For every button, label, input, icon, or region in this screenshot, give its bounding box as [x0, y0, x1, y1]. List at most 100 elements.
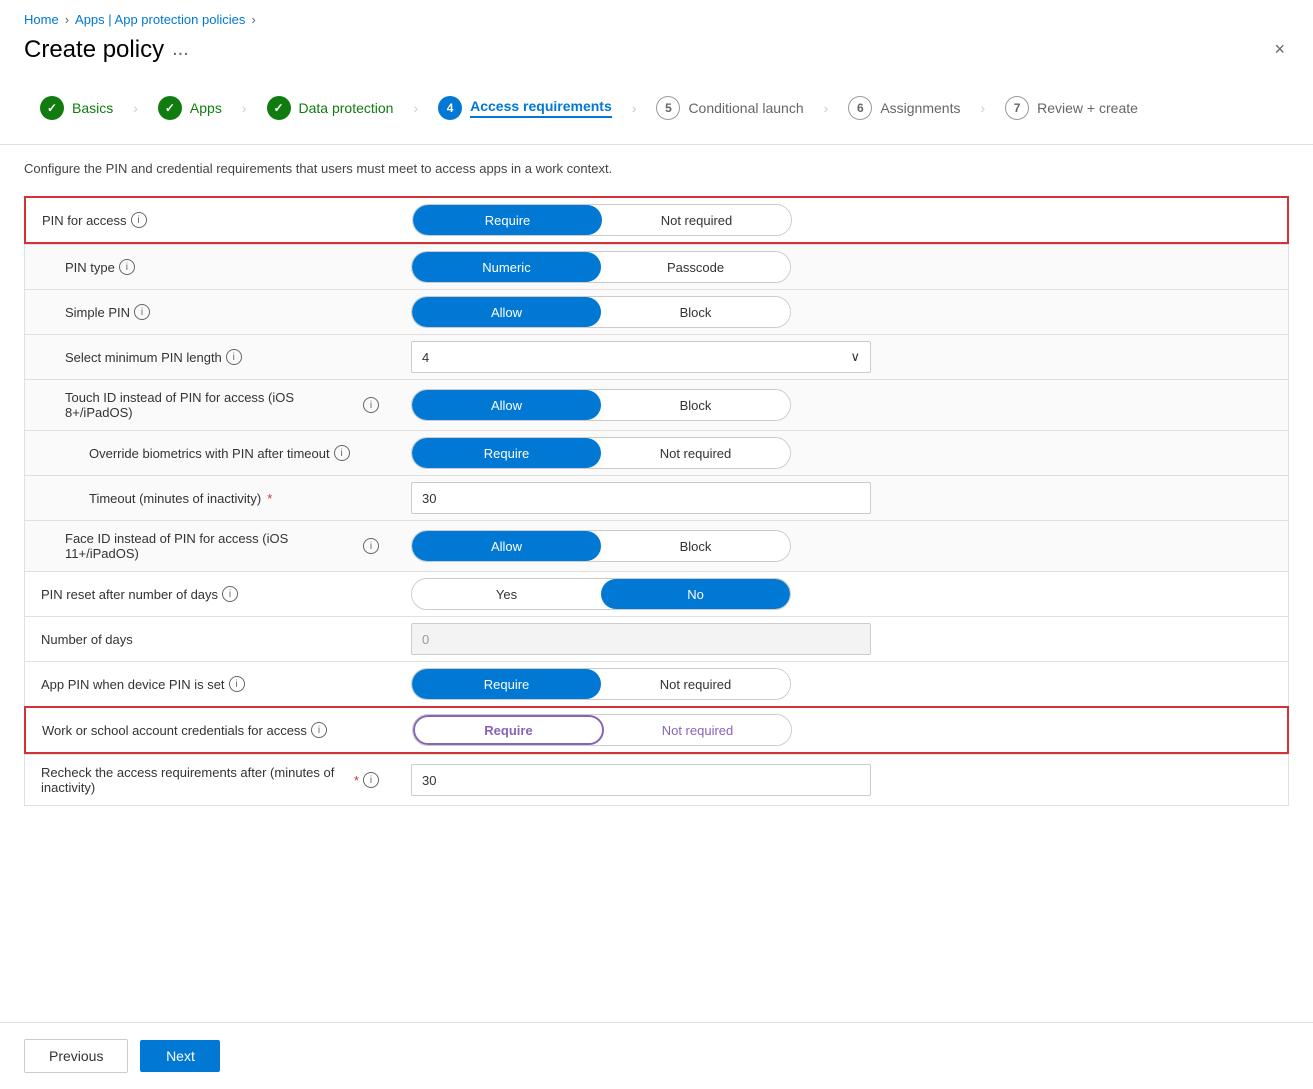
simple-pin-allow-btn[interactable]: Allow — [412, 297, 601, 327]
step-access-circle: 4 — [438, 96, 462, 120]
wizard-steps: ✓ Basics › ✓ Apps › ✓ Data protection › … — [0, 80, 1313, 145]
face-id-label-cell: Face ID instead of PIN for access (iOS 1… — [25, 521, 395, 571]
step-conditional-label: Conditional launch — [688, 100, 803, 116]
app-pin-device-info-icon[interactable]: i — [229, 676, 245, 692]
app-pin-device-control: Require Not required — [395, 662, 1288, 706]
next-button[interactable]: Next — [140, 1040, 220, 1072]
step-assignments-label: Assignments — [880, 100, 960, 116]
min-pin-length-info-icon[interactable]: i — [226, 349, 242, 365]
recheck-access-control — [395, 758, 1288, 802]
setting-work-school-credentials: Work or school account credentials for a… — [24, 706, 1289, 754]
app-pin-device-require-btn[interactable]: Require — [412, 669, 601, 699]
close-button[interactable]: × — [1270, 35, 1289, 64]
work-school-label-cell: Work or school account credentials for a… — [26, 712, 396, 748]
pin-for-access-not-required-btn[interactable]: Not required — [602, 205, 791, 235]
pin-type-numeric-btn[interactable]: Numeric — [412, 252, 601, 282]
page-title-text: Create policy — [24, 36, 164, 64]
override-biometrics-label-cell: Override biometrics with PIN after timeo… — [25, 435, 395, 471]
pin-reset-info-icon[interactable]: i — [222, 586, 238, 602]
step-data-protection[interactable]: ✓ Data protection — [251, 88, 410, 128]
settings-list: PIN for access i Require Not required PI… — [24, 196, 1289, 806]
touch-id-label-cell: Touch ID instead of PIN for access (iOS … — [25, 380, 395, 430]
recheck-access-label-cell: Recheck the access requirements after (m… — [25, 755, 395, 805]
override-biometrics-require-btn[interactable]: Require — [412, 438, 601, 468]
breadcrumb-sep1: › — [65, 12, 69, 27]
pin-type-label-cell: PIN type i — [25, 249, 395, 285]
setting-timeout: Timeout (minutes of inactivity) * — [24, 475, 1289, 520]
simple-pin-label-cell: Simple PIN i — [25, 294, 395, 330]
simple-pin-block-btn[interactable]: Block — [601, 297, 790, 327]
timeout-control — [395, 476, 1288, 520]
pin-reset-yes-btn[interactable]: Yes — [412, 579, 601, 609]
setting-pin-reset: PIN reset after number of days i Yes No — [24, 571, 1289, 616]
face-id-toggle: Allow Block — [411, 530, 791, 562]
setting-number-of-days: Number of days — [24, 616, 1289, 661]
override-biometrics-control: Require Not required — [395, 431, 1288, 475]
face-id-control: Allow Block — [395, 524, 1288, 568]
work-school-info-icon[interactable]: i — [311, 722, 327, 738]
pin-for-access-control: Require Not required — [396, 198, 1287, 242]
touch-id-control: Allow Block — [395, 383, 1288, 427]
step-review-create[interactable]: 7 Review + create — [989, 88, 1154, 128]
simple-pin-info-icon[interactable]: i — [134, 304, 150, 320]
pin-for-access-label-cell: PIN for access i — [26, 202, 396, 238]
override-biometrics-info-icon[interactable]: i — [334, 445, 350, 461]
work-school-not-required-btn[interactable]: Not required — [604, 715, 791, 745]
pin-reset-toggle: Yes No — [411, 578, 791, 610]
touch-id-toggle: Allow Block — [411, 389, 791, 421]
face-id-allow-btn[interactable]: Allow — [412, 531, 601, 561]
step-conditional-launch[interactable]: 5 Conditional launch — [640, 88, 819, 128]
min-pin-length-value: 4 — [422, 350, 429, 365]
app-pin-device-label: App PIN when device PIN is set — [41, 677, 225, 692]
step-apps[interactable]: ✓ Apps — [142, 88, 238, 128]
work-school-require-btn[interactable]: Require — [413, 715, 604, 745]
setting-recheck-access: Recheck the access requirements after (m… — [24, 754, 1289, 806]
breadcrumb-home[interactable]: Home — [24, 12, 59, 27]
previous-button[interactable]: Previous — [24, 1039, 128, 1073]
step-access-requirements[interactable]: 4 Access requirements — [422, 88, 628, 128]
touch-id-allow-btn[interactable]: Allow — [412, 390, 601, 420]
step-assignments[interactable]: 6 Assignments — [832, 88, 976, 128]
min-pin-length-label: Select minimum PIN length — [65, 350, 222, 365]
pin-for-access-info-icon[interactable]: i — [131, 212, 147, 228]
face-id-block-btn[interactable]: Block — [601, 531, 790, 561]
recheck-access-info-icon[interactable]: i — [363, 772, 379, 788]
app-pin-device-toggle: Require Not required — [411, 668, 791, 700]
setting-simple-pin: Simple PIN i Allow Block — [24, 289, 1289, 334]
pin-reset-no-btn[interactable]: No — [601, 579, 790, 609]
breadcrumb: Home › Apps | App protection policies › — [0, 0, 1313, 31]
face-id-info-icon[interactable]: i — [363, 538, 379, 554]
touch-id-info-icon[interactable]: i — [363, 397, 379, 413]
setting-pin-for-access: PIN for access i Require Not required — [24, 196, 1289, 244]
override-biometrics-not-required-btn[interactable]: Not required — [601, 438, 790, 468]
min-pin-length-dropdown[interactable]: 4 ∨ — [411, 341, 871, 373]
step-sep-2: › — [238, 100, 251, 116]
face-id-label: Face ID instead of PIN for access (iOS 1… — [65, 531, 359, 561]
step-sep-4: › — [628, 100, 641, 116]
pin-type-passcode-btn[interactable]: Passcode — [601, 252, 790, 282]
override-biometrics-label: Override biometrics with PIN after timeo… — [89, 446, 330, 461]
simple-pin-label: Simple PIN — [65, 305, 130, 320]
step-assignments-circle: 6 — [848, 96, 872, 120]
number-of-days-label: Number of days — [41, 632, 133, 647]
step-sep-6: › — [976, 100, 989, 116]
number-of-days-input[interactable] — [411, 623, 871, 655]
app-pin-device-not-required-btn[interactable]: Not required — [601, 669, 790, 699]
touch-id-block-btn[interactable]: Block — [601, 390, 790, 420]
breadcrumb-apps[interactable]: Apps | App protection policies — [75, 12, 245, 27]
pin-for-access-label: PIN for access — [42, 213, 127, 228]
timeout-input[interactable] — [411, 482, 871, 514]
work-school-control: Require Not required — [396, 708, 1287, 752]
step-sep-3: › — [409, 100, 422, 116]
pin-for-access-require-btn[interactable]: Require — [413, 205, 602, 235]
pin-type-info-icon[interactable]: i — [119, 259, 135, 275]
page-header: Create policy ... × — [0, 31, 1313, 80]
step-basics[interactable]: ✓ Basics — [24, 88, 129, 128]
dropdown-chevron-icon: ∨ — [850, 349, 860, 365]
step-data-protection-label: Data protection — [299, 100, 394, 116]
recheck-access-input[interactable] — [411, 764, 871, 796]
timeout-label-cell: Timeout (minutes of inactivity) * — [25, 481, 395, 516]
step-access-label: Access requirements — [470, 98, 612, 118]
setting-pin-type: PIN type i Numeric Passcode — [24, 244, 1289, 289]
step-sep-5: › — [820, 100, 833, 116]
